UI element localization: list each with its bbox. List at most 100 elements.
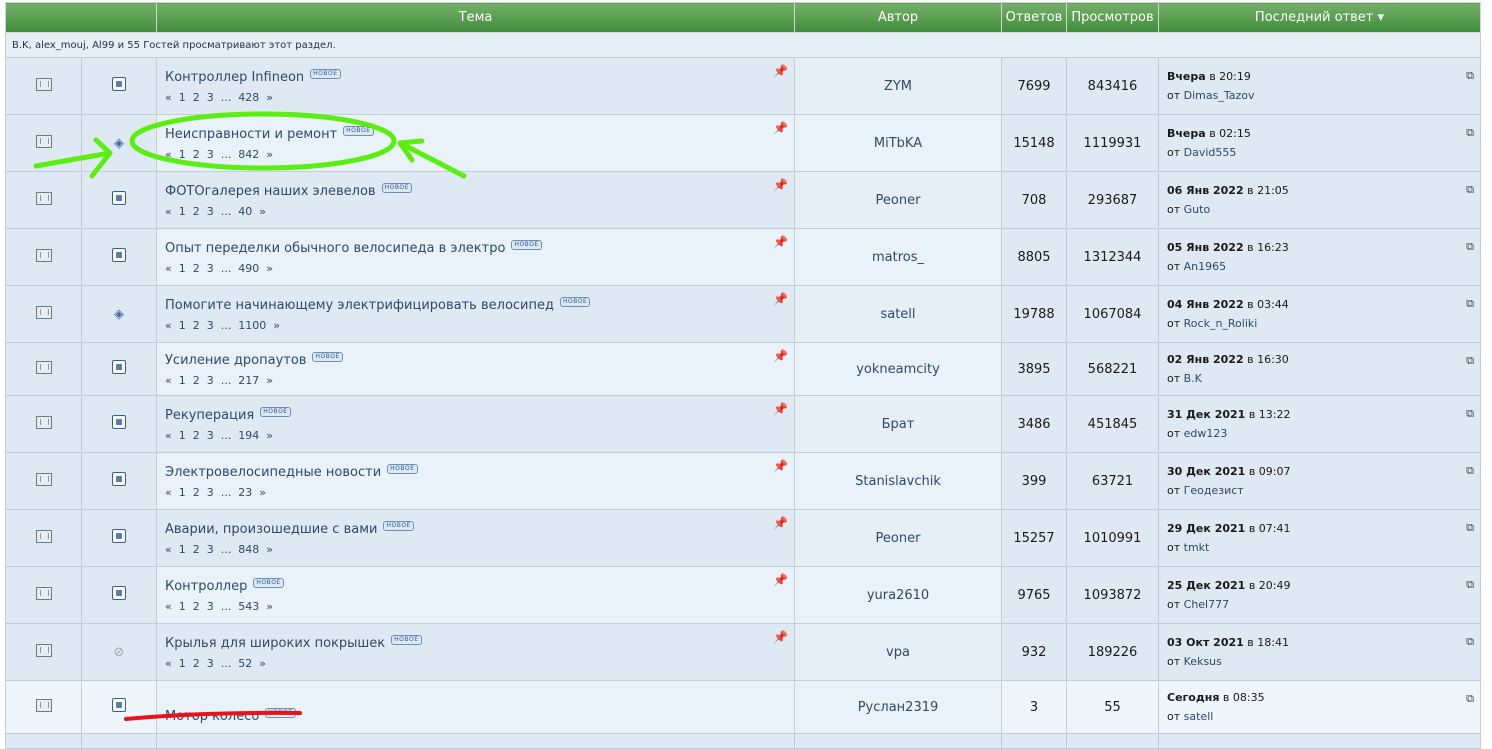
last-post-user-link[interactable]: David555: [1184, 146, 1237, 159]
page-link[interactable]: 3: [207, 600, 214, 613]
topic-row[interactable]: Аварии, произошедшие с вами НОВОЕ « 1 2 3...…: [5, 509, 1481, 567]
page-link[interactable]: 3: [207, 262, 214, 275]
last-post-user-link[interactable]: B.K: [1184, 372, 1202, 385]
page-link[interactable]: 3: [207, 205, 214, 218]
goto-last-post-icon[interactable]: ⧉: [1466, 66, 1474, 85]
topic-title-link[interactable]: Крылья для широких покрышек: [165, 636, 385, 651]
topic-title-link[interactable]: Электровелосипедные новости: [165, 465, 381, 480]
page-link[interactable]: «: [165, 543, 172, 556]
last-post-user-link[interactable]: Guto: [1184, 203, 1211, 216]
page-link[interactable]: ...: [221, 374, 232, 387]
author-link[interactable]: Брат: [882, 417, 915, 432]
last-post-user-link[interactable]: Keksus: [1184, 655, 1222, 668]
page-link[interactable]: «: [165, 205, 172, 218]
page-link[interactable]: 2: [193, 374, 200, 387]
new-posts-badge[interactable]: НОВОЕ: [381, 182, 412, 193]
new-posts-badge[interactable]: НОВОЕ: [310, 68, 341, 79]
new-posts-badge[interactable]: НОВОЕ: [383, 520, 414, 531]
page-link[interactable]: 3: [207, 543, 214, 556]
author-link[interactable]: satell: [880, 307, 915, 322]
last-post-user-link[interactable]: Геодезист: [1184, 484, 1244, 497]
topic-row[interactable]: ФОТОгалерея наших элевелов НОВОЕ « 1 2 3... 4…: [5, 171, 1481, 229]
page-link[interactable]: ...: [221, 657, 232, 670]
page-link[interactable]: 1: [179, 91, 186, 104]
page-link[interactable]: 1: [179, 600, 186, 613]
page-link[interactable]: 1: [179, 262, 186, 275]
last-post-user-link[interactable]: Dimas_Tazov: [1184, 89, 1255, 102]
page-link[interactable]: 1: [179, 205, 186, 218]
page-link[interactable]: 3: [207, 319, 214, 332]
page-link[interactable]: ...: [221, 543, 232, 556]
goto-last-post-icon[interactable]: ⧉: [1466, 351, 1474, 370]
new-posts-badge[interactable]: НОВОЕ: [559, 296, 591, 307]
page-link[interactable]: «: [165, 374, 172, 387]
page-link[interactable]: «: [165, 486, 172, 499]
author-link[interactable]: Руслан2319: [858, 700, 939, 715]
page-link[interactable]: «: [165, 600, 172, 613]
topic-title-link[interactable]: Усиление дропаутов: [165, 353, 306, 368]
last-post-user-link[interactable]: An1965: [1184, 260, 1227, 273]
page-link[interactable]: ...: [221, 262, 232, 275]
page-link[interactable]: 1100: [238, 319, 266, 332]
page-link[interactable]: »: [259, 486, 266, 499]
last-post-user-link[interactable]: Chel777: [1184, 598, 1229, 611]
page-link[interactable]: 490: [238, 262, 259, 275]
topic-title-link[interactable]: ФОТОгалерея наших элевелов: [165, 184, 376, 199]
page-link[interactable]: ...: [221, 429, 232, 442]
page-link[interactable]: «: [165, 262, 172, 275]
topic-row[interactable]: Контроллер НОВОЕ « 1 2 3... 543 » 📌 yura2610 97…: [5, 566, 1481, 624]
page-link[interactable]: ...: [221, 205, 232, 218]
author-link[interactable]: ZYM: [884, 79, 912, 94]
page-link[interactable]: »: [266, 374, 273, 387]
goto-last-post-icon[interactable]: ⧉: [1466, 632, 1474, 651]
topic-row[interactable]: ◈ Неисправности и ремонт НОВОЕ « 1 2 3... 842…: [5, 114, 1481, 172]
goto-last-post-icon[interactable]: ⧉: [1466, 689, 1474, 708]
header-views[interactable]: Просмотров: [1066, 2, 1159, 33]
page-link[interactable]: 1: [179, 319, 186, 332]
page-link[interactable]: »: [266, 91, 273, 104]
page-link[interactable]: 2: [193, 148, 200, 161]
topic-row[interactable]: Мотор колесо НОВОЕ Руслан2319 3 55 Сегодн…: [5, 680, 1481, 734]
topic-title-link[interactable]: Контроллер Infineon: [165, 70, 304, 85]
page-link[interactable]: 428: [238, 91, 259, 104]
page-link[interactable]: 3: [207, 486, 214, 499]
page-link[interactable]: ...: [221, 600, 232, 613]
page-link[interactable]: 1: [179, 657, 186, 670]
page-link[interactable]: 1: [179, 374, 186, 387]
header-topic[interactable]: Тема: [156, 2, 795, 33]
author-link[interactable]: yura2610: [867, 588, 929, 603]
page-link[interactable]: »: [259, 205, 266, 218]
author-link[interactable]: MiTbKA: [874, 136, 922, 151]
new-posts-badge[interactable]: НОВОЕ: [260, 406, 291, 417]
topic-title-link[interactable]: Рекуперация: [165, 408, 254, 423]
topic-row[interactable]: ⊘ Крылья для широких покрышек НОВОЕ « 1 2 3.…: [5, 623, 1481, 681]
page-link[interactable]: 842: [238, 148, 259, 161]
page-link[interactable]: »: [259, 657, 266, 670]
author-link[interactable]: Stanislavchik: [855, 474, 941, 489]
last-post-user-link[interactable]: edw123: [1184, 427, 1228, 440]
topic-row[interactable]: Контроллер Infineon НОВОЕ « 1 2 3... 428 » 📌 ZY…: [5, 57, 1481, 115]
page-link[interactable]: 2: [193, 429, 200, 442]
author-link[interactable]: matros_: [872, 250, 924, 265]
page-link[interactable]: 1: [179, 486, 186, 499]
last-post-user-link[interactable]: Rock_n_Roliki: [1184, 317, 1258, 330]
page-link[interactable]: »: [273, 319, 280, 332]
page-link[interactable]: 1: [179, 148, 186, 161]
page-link[interactable]: 2: [193, 262, 200, 275]
header-replies[interactable]: Ответов: [1001, 2, 1067, 33]
topic-title-link[interactable]: Опыт переделки обычного велосипеда в эле…: [165, 241, 505, 256]
page-link[interactable]: 2: [193, 543, 200, 556]
goto-last-post-icon[interactable]: ⧉: [1466, 294, 1474, 313]
topic-title-link[interactable]: Помогите начинающему электрифицировать в…: [165, 298, 554, 313]
goto-last-post-icon[interactable]: ⧉: [1466, 123, 1474, 142]
page-link[interactable]: »: [266, 600, 273, 613]
page-link[interactable]: 194: [238, 429, 259, 442]
page-link[interactable]: 3: [207, 429, 214, 442]
topic-row[interactable]: Рекуперация НОВОЕ «1 2 3... 194» 📌 Брат 3486 …: [5, 395, 1481, 453]
last-post-user-link[interactable]: satell: [1184, 710, 1214, 723]
new-posts-badge[interactable]: НОВОЕ: [253, 577, 284, 588]
header-last-post[interactable]: Последний ответ ▾: [1158, 2, 1481, 33]
topic-title-link[interactable]: Контроллер: [165, 579, 247, 594]
page-link[interactable]: 2: [193, 91, 200, 104]
new-posts-badge[interactable]: НОВОЕ: [265, 707, 296, 718]
